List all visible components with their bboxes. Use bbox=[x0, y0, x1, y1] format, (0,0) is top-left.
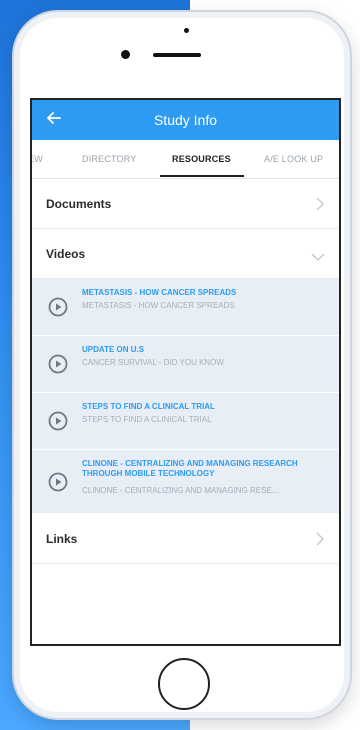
video-title: METASTASIS - HOW CANCER SPREADS bbox=[82, 288, 237, 297]
earpiece-speaker bbox=[153, 53, 201, 57]
video-title: STEPS TO FIND A CLINICAL TRIAL bbox=[82, 402, 215, 411]
active-tab-indicator bbox=[160, 175, 244, 177]
video-subtitle: CLINONE - CENTRALIZING AND MANAGING RESE… bbox=[82, 486, 279, 495]
page-title: Study Info bbox=[153, 112, 218, 128]
video-item[interactable]: UPDATE ON U.S CANCER SURVIVAL - DID YOU … bbox=[32, 336, 339, 393]
tab-resources[interactable]: RESOURCES bbox=[172, 154, 231, 164]
video-title: CLINONE - CENTRALIZING AND MANAGING RESE… bbox=[82, 459, 298, 478]
back-button[interactable] bbox=[42, 108, 66, 132]
video-subtitle: CANCER SURVIVAL - DID YOU KNOW bbox=[82, 358, 224, 367]
video-item[interactable]: CLINONE - CENTRALIZING AND MANAGING RESE… bbox=[32, 450, 339, 514]
documents-row[interactable]: Documents bbox=[32, 179, 339, 229]
play-circle-icon[interactable] bbox=[48, 297, 68, 317]
video-title: UPDATE ON U.S bbox=[82, 345, 145, 354]
chevron-right-icon bbox=[315, 532, 325, 546]
tab-ae-lookup[interactable]: A/E LOOK UP bbox=[264, 154, 323, 164]
chevron-right-icon bbox=[315, 197, 325, 211]
play-circle-icon[interactable] bbox=[48, 411, 68, 431]
home-button[interactable] bbox=[158, 658, 210, 710]
tab-overview[interactable]: EW bbox=[32, 154, 43, 164]
app-screen: Study Info EW DIRECTORY RESOURCES A/E LO… bbox=[30, 98, 341, 646]
video-item[interactable]: STEPS TO FIND A CLINICAL TRIAL STEPS TO … bbox=[32, 393, 339, 450]
links-row[interactable]: Links bbox=[32, 514, 339, 564]
video-subtitle: STEPS TO FIND A CLINICAL TRIAL bbox=[82, 415, 212, 424]
front-camera bbox=[121, 50, 130, 59]
videos-label: Videos bbox=[46, 246, 86, 261]
video-subtitle: METASTASIS - HOW CANCER SPREADS bbox=[82, 301, 235, 310]
chevron-down-icon bbox=[311, 249, 325, 262]
tab-bar: EW DIRECTORY RESOURCES A/E LOOK UP bbox=[32, 140, 339, 179]
links-label: Links bbox=[46, 531, 78, 546]
video-item[interactable]: METASTASIS - HOW CANCER SPREADS METASTAS… bbox=[32, 279, 339, 336]
back-arrow-icon bbox=[47, 111, 61, 129]
videos-row[interactable]: Videos bbox=[32, 229, 339, 279]
play-circle-icon[interactable] bbox=[48, 354, 68, 374]
play-circle-icon[interactable] bbox=[48, 472, 68, 492]
documents-label: Documents bbox=[46, 196, 112, 211]
tab-directory[interactable]: DIRECTORY bbox=[82, 154, 136, 164]
app-header: Study Info bbox=[32, 100, 339, 140]
proximity-sensor bbox=[184, 28, 189, 33]
